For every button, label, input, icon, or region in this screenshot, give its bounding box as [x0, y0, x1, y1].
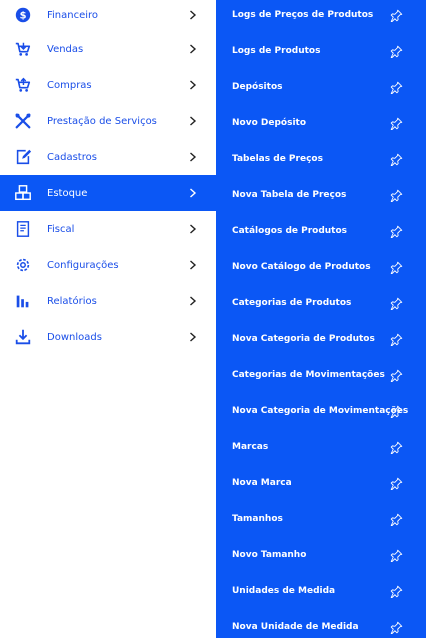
menu-label: Compras [47, 79, 92, 91]
menu-label: Downloads [47, 331, 102, 343]
submenu-item-label: Nova Marca [232, 478, 292, 488]
chevron-right-icon [188, 331, 198, 343]
pin-icon[interactable] [389, 548, 403, 562]
submenu-item-label: Nova Tabela de Preços [232, 190, 347, 200]
menu-label: Fiscal [47, 223, 75, 235]
menu-item-vendas[interactable]: Vendas [0, 31, 216, 67]
pin-icon[interactable] [389, 80, 403, 94]
menu-label: Estoque [47, 187, 88, 199]
pin-icon[interactable] [389, 476, 403, 490]
pin-icon[interactable] [389, 404, 403, 418]
submenu-item[interactable]: Nova Categoria de Produtos [216, 321, 426, 357]
chevron-right-icon [188, 43, 198, 55]
submenu-item[interactable]: Unidades de Medida [216, 573, 426, 609]
menu-item-relatorios[interactable]: Relatórios [0, 283, 216, 319]
menu-item-compras[interactable]: Compras [0, 67, 216, 103]
tools-icon [13, 111, 33, 131]
menu-item-fiscal[interactable]: Fiscal [0, 211, 216, 247]
menu-label: Financeiro [47, 9, 99, 21]
svg-text:$: $ [20, 11, 27, 22]
pin-icon[interactable] [389, 620, 403, 634]
submenu-item-label: Unidades de Medida [232, 586, 336, 596]
submenu-item[interactable]: Catálogos de Produtos [216, 213, 426, 249]
submenu-item-label: Novo Depósito [232, 118, 307, 128]
submenu-item[interactable]: Tabelas de Preços [216, 141, 426, 177]
main-menu: $ Financeiro Vendas Compras Prestação de… [0, 0, 216, 638]
pin-icon[interactable] [389, 224, 403, 238]
submenu-item[interactable]: Tamanhos [216, 501, 426, 537]
pin-icon[interactable] [389, 8, 403, 22]
submenu-item[interactable]: Novo Depósito [216, 105, 426, 141]
submenu-item[interactable]: Categorias de Movimentações [216, 357, 426, 393]
submenu-item-label: Marcas [232, 442, 269, 452]
submenu-item-label: Catálogos de Produtos [232, 226, 348, 236]
menu-item-downloads[interactable]: Downloads [0, 319, 216, 355]
submenu-item-label: Novo Tamanho [232, 550, 307, 560]
submenu-item-label: Novo Catálogo de Produtos [232, 262, 371, 272]
submenu-item-label: Nova Categoria de Movimentações [232, 406, 409, 416]
submenu-item-label: Logs de Produtos [232, 46, 321, 56]
menu-label: Configurações [47, 259, 119, 271]
menu-item-financeiro[interactable]: $ Financeiro [0, 0, 216, 33]
submenu-item[interactable]: Logs de Preços de Produtos [216, 0, 426, 33]
submenu-item[interactable]: Depósitos [216, 69, 426, 105]
menu-label: Relatórios [47, 295, 97, 307]
submenu-item[interactable]: Novo Tamanho [216, 537, 426, 573]
menu-item-cadastros[interactable]: Cadastros [0, 139, 216, 175]
submenu-item-label: Tabelas de Preços [232, 154, 323, 164]
pin-icon[interactable] [389, 332, 403, 346]
menu-item-prestacao-servicos[interactable]: Prestação de Serviços [0, 103, 216, 139]
submenu-item-label: Depósitos [232, 82, 283, 92]
boxes-icon [13, 183, 33, 203]
chevron-right-icon [188, 79, 198, 91]
submenu-item[interactable]: Nova Tabela de Preços [216, 177, 426, 213]
cart-icon [13, 39, 33, 59]
menu-item-configuracoes[interactable]: Configurações [0, 247, 216, 283]
chevron-right-icon [188, 151, 198, 163]
submenu-item[interactable]: Marcas [216, 429, 426, 465]
chevron-right-icon [188, 295, 198, 307]
pin-icon[interactable] [389, 44, 403, 58]
edit-icon [13, 147, 33, 167]
pin-icon[interactable] [389, 584, 403, 598]
pin-icon[interactable] [389, 152, 403, 166]
submenu-item-label: Nova Unidade de Medida [232, 622, 359, 632]
submenu-item-label: Categorias de Movimentações [232, 370, 385, 380]
submenu-item[interactable]: Nova Categoria de Movimentações [216, 393, 426, 429]
cart-icon [13, 75, 33, 95]
submenu-item[interactable]: Nova Unidade de Medida [216, 609, 426, 638]
pin-icon[interactable] [389, 512, 403, 526]
pin-icon[interactable] [389, 188, 403, 202]
submenu-item[interactable]: Nova Marca [216, 465, 426, 501]
pin-icon[interactable] [389, 260, 403, 274]
dollar-circle-icon: $ [13, 5, 33, 25]
submenu-item-label: Logs de Preços de Produtos [232, 10, 374, 20]
chevron-right-icon [188, 259, 198, 271]
submenu-item[interactable]: Novo Catálogo de Produtos [216, 249, 426, 285]
submenu-item[interactable]: Logs de Produtos [216, 33, 426, 69]
submenu-item-label: Tamanhos [232, 514, 283, 524]
pin-icon[interactable] [389, 440, 403, 454]
menu-label: Cadastros [47, 151, 97, 163]
menu-label: Prestação de Serviços [47, 115, 157, 127]
pin-icon[interactable] [389, 296, 403, 310]
estoque-submenu: Logs de Preços de Produtos Logs de Produt… [216, 0, 426, 638]
chevron-right-icon [188, 223, 198, 235]
submenu-item-label: Categorias de Produtos [232, 298, 352, 308]
submenu-item[interactable]: Categorias de Produtos [216, 285, 426, 321]
chevron-right-icon [188, 187, 198, 199]
app-root: $ Financeiro Vendas Compras Prestação de… [0, 0, 426, 638]
download-icon [13, 327, 33, 347]
chevron-right-icon [188, 9, 198, 21]
chevron-right-icon [188, 115, 198, 127]
bar-chart-icon [13, 291, 33, 311]
pin-icon[interactable] [389, 368, 403, 382]
menu-item-estoque[interactable]: Estoque [0, 175, 216, 211]
pin-icon[interactable] [389, 116, 403, 130]
submenu-item-label: Nova Categoria de Produtos [232, 334, 375, 344]
menu-label: Vendas [47, 43, 84, 55]
gear-icon [13, 255, 33, 275]
invoice-icon [13, 219, 33, 239]
